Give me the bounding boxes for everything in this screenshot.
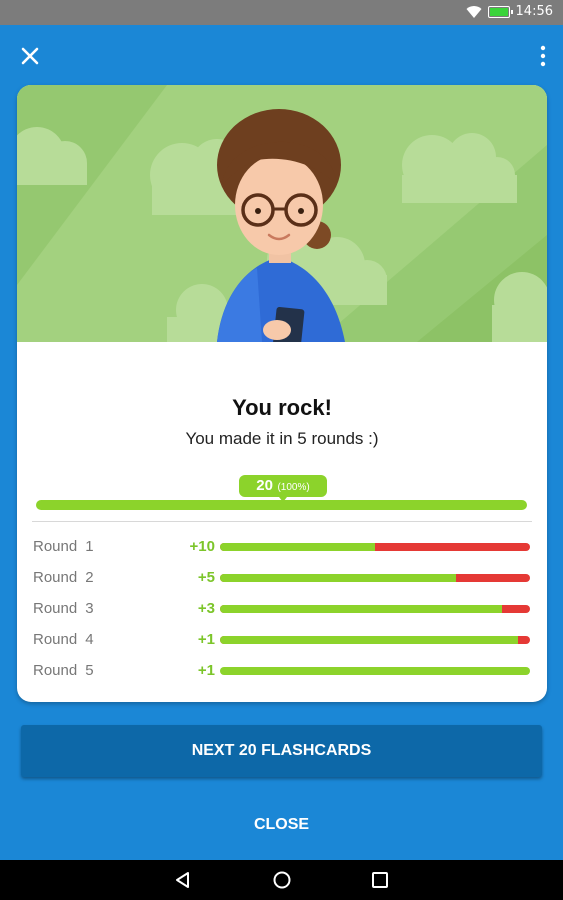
round-label: Round 1	[33, 538, 94, 555]
total-count: 20	[256, 477, 273, 494]
round-row-4: Round 4 +1	[17, 631, 547, 651]
recents-icon[interactable]	[370, 870, 390, 890]
home-icon[interactable]	[272, 870, 292, 890]
status-time: 14:56	[515, 4, 553, 19]
total-progress: 20 (100%)	[36, 475, 527, 515]
round-label: Round 2	[33, 569, 94, 586]
result-subtitle: You made it in 5 rounds :)	[185, 429, 379, 448]
back-icon[interactable]	[173, 870, 193, 890]
round-delta: +1	[197, 631, 215, 648]
close-button[interactable]: CLOSE	[200, 808, 363, 842]
round-delta: +5	[197, 569, 215, 586]
round-progress-bar	[220, 636, 530, 644]
divider	[32, 521, 532, 522]
round-row-3: Round 3 +3	[17, 600, 547, 620]
wifi-icon	[466, 5, 482, 18]
next-flashcards-button[interactable]: NEXT 20 FLASHCARDS	[21, 725, 542, 777]
round-row-2: Round 2 +5	[17, 569, 547, 589]
app-bar	[0, 25, 563, 85]
round-label: Round 5	[33, 662, 94, 679]
total-percent: (100%)	[277, 482, 310, 493]
round-progress-bar	[220, 667, 530, 675]
round-label: Round 3	[33, 600, 94, 617]
round-progress-bar	[220, 543, 530, 551]
round-progress-bar	[220, 605, 530, 613]
more-vert-icon[interactable]	[539, 45, 547, 67]
round-progress-bar	[220, 574, 530, 582]
status-bar: 14:56	[0, 0, 563, 25]
system-nav-bar	[0, 860, 563, 900]
close-icon[interactable]	[19, 45, 41, 67]
round-delta: +3	[197, 600, 215, 617]
result-title: You rock!	[232, 395, 332, 420]
round-delta: +10	[189, 538, 215, 555]
round-label: Round 4	[33, 631, 94, 648]
round-delta: +1	[197, 662, 215, 679]
result-card: You rock! You made it in 5 rounds :) 20 …	[17, 85, 547, 702]
status-icons: 14:56	[466, 4, 553, 19]
round-row-5: Round 5 +1	[17, 662, 547, 682]
total-badge: 20 (100%)	[239, 475, 327, 502]
battery-charging-icon	[487, 5, 513, 18]
round-row-1: Round 1 +10	[17, 538, 547, 558]
total-progress-bar	[36, 500, 527, 510]
character-illustration	[17, 85, 547, 342]
hero-illustration	[17, 85, 547, 342]
